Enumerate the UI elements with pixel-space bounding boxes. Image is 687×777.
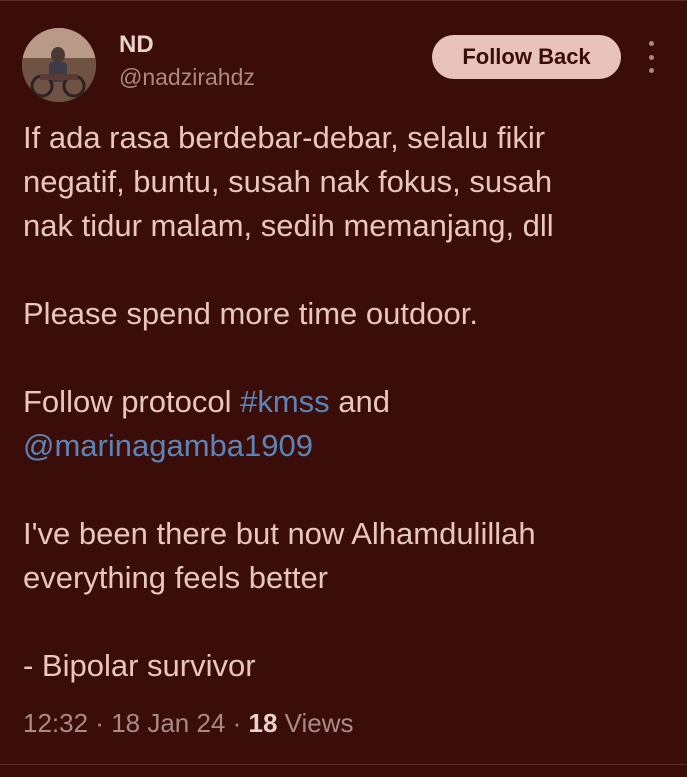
- tweet-line: Please spend more time outdoor.: [23, 296, 478, 331]
- tweet-line: nak tidur malam, sedih memanjang, dll: [23, 208, 554, 243]
- tweet-text-segment: and: [329, 384, 391, 419]
- follow-back-button[interactable]: Follow Back: [432, 35, 621, 79]
- user-handle[interactable]: @nadzirahdz: [119, 64, 255, 91]
- tweet-time[interactable]: 12:32: [23, 708, 88, 738]
- mention-link[interactable]: @marinagamba1909: [23, 428, 313, 463]
- more-dot: [648, 41, 654, 46]
- tweet-text-segment: Follow protocol: [23, 384, 241, 419]
- meta-separator: ·: [225, 708, 249, 738]
- tweet-line: negatif, buntu, susah nak fokus, susah: [23, 164, 553, 199]
- tweet-text: If ada rasa berdebar-debar, selalu fikir…: [23, 116, 663, 688]
- tweet-line: - Bipolar survivor: [23, 648, 256, 683]
- tweet-line: everything feels better: [23, 560, 329, 595]
- display-name[interactable]: ND: [119, 31, 154, 59]
- tweet-line: If ada rasa berdebar-debar, selalu fikir: [23, 120, 546, 155]
- avatar-photo: [22, 28, 96, 102]
- hashtag-link[interactable]: #kmss: [240, 384, 330, 419]
- tweet-date[interactable]: 18 Jan 24: [111, 708, 225, 738]
- meta-separator: ·: [88, 708, 112, 738]
- avatar[interactable]: [22, 28, 96, 102]
- tweet-line: @marinagamba1909: [23, 424, 663, 468]
- more-dot: [648, 68, 654, 73]
- views-label: Views: [277, 708, 354, 738]
- views-count[interactable]: 18: [249, 708, 278, 738]
- more-vertical-icon[interactable]: [641, 41, 661, 73]
- top-divider: [0, 0, 687, 1]
- bottom-divider: [0, 764, 687, 765]
- tweet-line: Follow protocol #kmss and: [23, 380, 663, 424]
- more-dot: [648, 54, 654, 60]
- tweet-line: I've been there but now Alhamdulillah: [23, 516, 536, 551]
- tweet-meta: 12:32 · 18 Jan 24 · 18 Views: [23, 708, 354, 739]
